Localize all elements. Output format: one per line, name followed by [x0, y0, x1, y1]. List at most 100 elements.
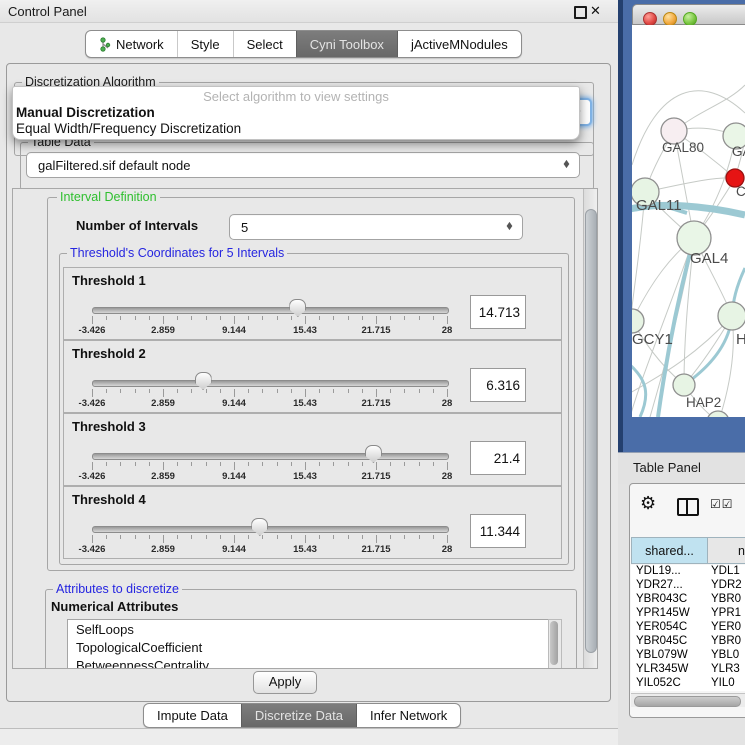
slider-tick: [333, 316, 334, 320]
mac-close-icon[interactable]: [643, 12, 657, 26]
table-header-row: shared... na: [631, 537, 745, 564]
slider-tick: [163, 462, 164, 470]
network-node[interactable]: [718, 302, 745, 330]
mac-zoom-icon[interactable]: [683, 12, 697, 26]
slider-tick: [348, 389, 349, 393]
network-node[interactable]: [673, 374, 695, 396]
tab-network[interactable]: Network: [86, 31, 177, 57]
slider-tick: [220, 462, 221, 466]
slider-tick-label: 2.859: [141, 471, 185, 482]
threshold-label: Threshold 1: [72, 273, 146, 288]
slider-tick: [135, 389, 136, 393]
table-row[interactable]: YER054CYER0: [631, 621, 745, 635]
table-data-combobox[interactable]: galFiltered.sif default node ▲▼: [26, 152, 580, 178]
cell-name: YER0: [707, 621, 745, 635]
table-row[interactable]: YPR145WYPR1: [631, 607, 745, 621]
list-item[interactable]: SelfLoops: [68, 620, 549, 638]
slider-tick: [277, 389, 278, 393]
slider-tick: [106, 535, 107, 539]
threshold-slider-thumb[interactable]: [251, 518, 268, 536]
slider-tick-label: -3.426: [70, 325, 114, 336]
tab-impute-data[interactable]: Impute Data: [144, 704, 241, 727]
slider-tick: [220, 389, 221, 393]
column-header-shared-name[interactable]: shared...: [631, 537, 708, 564]
network-view-canvas[interactable]: GAL80GACGAL11GAL4GCY1HHAP2: [632, 25, 745, 417]
network-node[interactable]: [632, 309, 644, 333]
slider-tick: [234, 535, 235, 543]
slider-tick: [220, 316, 221, 320]
slider-tick: [191, 462, 192, 466]
slider-tick: [390, 389, 391, 393]
tab-select[interactable]: Select: [233, 31, 296, 57]
network-node-label: H: [736, 331, 745, 348]
tab-style[interactable]: Style: [177, 31, 233, 57]
mac-minimize-icon[interactable]: [663, 12, 677, 26]
cell-shared-name: YER054C: [631, 621, 707, 635]
column-layout-icon[interactable]: [677, 498, 699, 516]
threshold-value-field[interactable]: 11.344: [470, 514, 526, 548]
close-icon[interactable]: ✕: [590, 3, 601, 19]
popup-option-manual-discretization[interactable]: Manual Discretization: [16, 105, 155, 120]
cell-shared-name: YIL052C: [631, 677, 707, 691]
cell-shared-name: YBR043C: [631, 593, 707, 607]
number-of-intervals-combobox[interactable]: 5 ▲▼: [229, 214, 523, 240]
slider-tick: [333, 462, 334, 466]
tab-jactivemnodules[interactable]: jActiveMNodules: [397, 31, 521, 57]
network-node[interactable]: [707, 411, 729, 417]
tab-infer-network[interactable]: Infer Network: [356, 704, 460, 727]
column-header-name[interactable]: na: [707, 537, 745, 564]
bottom-strip: [0, 728, 618, 745]
table-row[interactable]: YLR345WYLR3: [631, 663, 745, 677]
slider-tick: [120, 389, 121, 393]
attributes-list-scrollbar[interactable]: [548, 619, 562, 669]
slider-tick: [120, 316, 121, 320]
threshold-value-field[interactable]: 14.713: [470, 295, 526, 329]
number-of-intervals-label: Number of Intervals: [76, 218, 198, 233]
popup-hint: Select algorithm to view settings: [13, 89, 579, 104]
threshold-slider-track[interactable]: [92, 380, 449, 387]
checkbox-columns-icon[interactable]: ☑☑: [710, 497, 734, 511]
threshold-slider-thumb[interactable]: [289, 299, 306, 317]
slider-tick: [433, 462, 434, 466]
table-row[interactable]: YBR043CYBR0: [631, 593, 745, 607]
popup-option-equal-width-frequency[interactable]: Equal Width/Frequency Discretization: [16, 121, 241, 136]
threshold-slider-track[interactable]: [92, 526, 449, 533]
scrollbar-thumb[interactable]: [550, 621, 558, 665]
table-row[interactable]: YBL079WYBL0: [631, 649, 745, 663]
scrollbar-thumb[interactable]: [634, 696, 741, 707]
tab-cyni-toolbox[interactable]: Cyni Toolbox: [296, 31, 397, 57]
threshold-slider-track[interactable]: [92, 307, 449, 314]
cell-shared-name: YDR27...: [631, 579, 707, 593]
table-row[interactable]: YDR27...YDR2: [631, 579, 745, 593]
table-row[interactable]: YBR045CYBR0: [631, 635, 745, 649]
tab-discretize-data[interactable]: Discretize Data: [241, 704, 356, 727]
list-item[interactable]: BetweennessCentrality: [68, 656, 549, 669]
apply-button[interactable]: Apply: [253, 671, 317, 694]
numerical-attributes-list[interactable]: SelfLoopsTopologicalCoefficientBetweenne…: [67, 619, 550, 669]
threshold-slider-thumb[interactable]: [365, 445, 382, 463]
screen: Control Panel ✕ NetworkStyleSelectCyni T…: [0, 0, 745, 745]
gear-icon[interactable]: ⚙: [640, 494, 656, 512]
slider-tick: [362, 389, 363, 393]
table-row[interactable]: YIL052CYIL0: [631, 677, 745, 691]
threshold-value-field[interactable]: 6.316: [470, 368, 526, 402]
float-window-icon[interactable]: [574, 6, 587, 19]
slider-tick: [92, 389, 93, 397]
slider-tick-label: 28: [425, 471, 469, 482]
slider-tick: [262, 535, 263, 539]
table-horizontal-scrollbar[interactable]: [631, 693, 745, 707]
slider-tick: [447, 535, 448, 543]
slider-tick: [177, 462, 178, 466]
list-item[interactable]: TopologicalCoefficient: [68, 638, 549, 656]
threshold-slider-thumb[interactable]: [195, 372, 212, 390]
slider-tick: [404, 316, 405, 320]
table-row[interactable]: YDL19...YDL1: [631, 565, 745, 579]
settings-vertical-scrollbar[interactable]: [583, 189, 597, 668]
threshold-slider-track[interactable]: [92, 453, 449, 460]
threshold-value-field[interactable]: 21.4: [470, 441, 526, 475]
network-window-titlebar[interactable]: [632, 4, 745, 25]
scrollbar-thumb[interactable]: [585, 209, 597, 653]
attributes-to-discretize-label: Attributes to discretize: [53, 583, 182, 596]
slider-tick-label: 28: [425, 325, 469, 336]
tab-label: jActiveMNodules: [411, 37, 508, 52]
